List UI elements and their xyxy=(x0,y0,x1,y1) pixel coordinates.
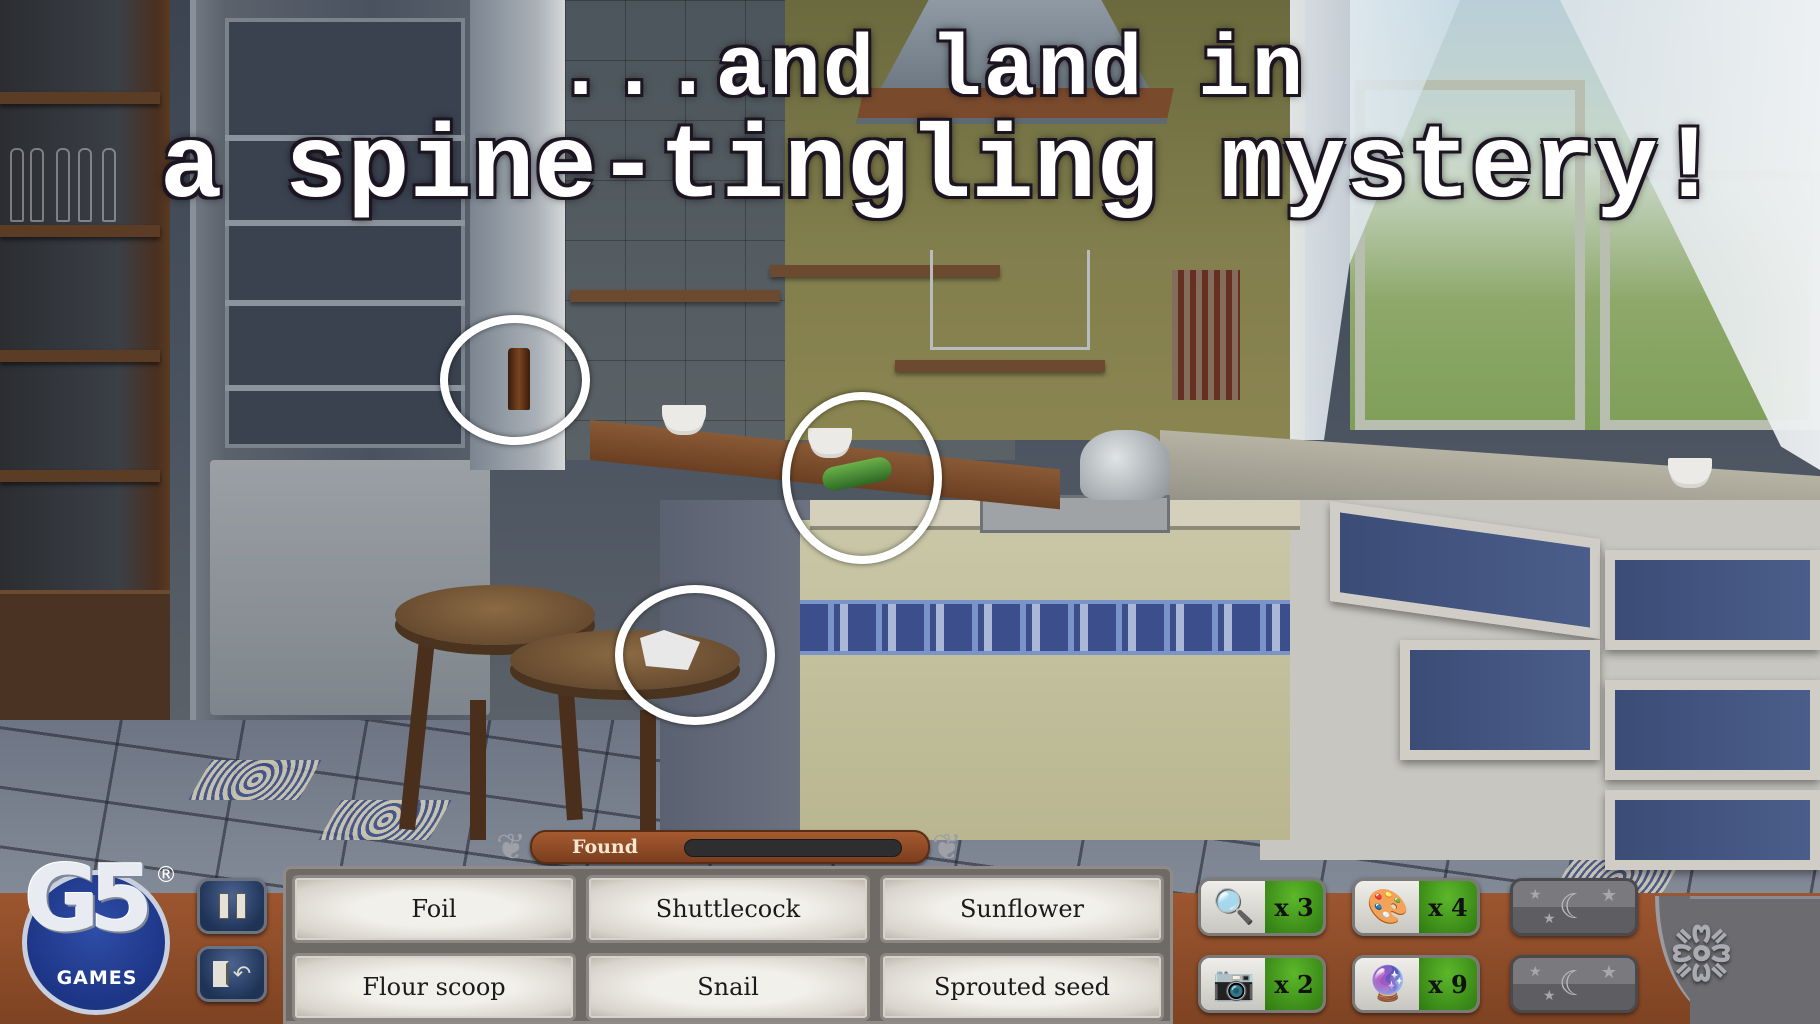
item-list-panel: Foil Shuttlecock Sunflower Flour scoop S… xyxy=(283,866,1173,1024)
found-progress-bar: Found xyxy=(530,830,930,864)
shelf-board xyxy=(0,470,160,482)
registered-mark: ® xyxy=(155,863,177,888)
shelf-cabinet xyxy=(0,590,170,720)
star-icon: ★ xyxy=(1600,962,1617,983)
stool-leg xyxy=(640,710,656,840)
floor-tile-pattern xyxy=(318,800,452,840)
pause-button[interactable] xyxy=(197,878,267,934)
camera-icon: 📷 xyxy=(1201,958,1267,1010)
hint-circle-fridge-door[interactable] xyxy=(440,315,590,445)
fridge-shelf xyxy=(225,300,465,306)
star-icon: ★ xyxy=(1600,885,1617,906)
crystal-ball-icon: 🔮 xyxy=(1355,958,1421,1010)
powerup-camera[interactable]: 📷 x 2 xyxy=(1198,955,1326,1013)
wall-shelf xyxy=(570,290,780,302)
star-icon: ★ xyxy=(1543,911,1556,927)
logo-g5-text: G5 xyxy=(24,845,153,952)
powerup-count: x 9 xyxy=(1419,958,1477,1010)
wall-shelf xyxy=(895,360,1105,372)
hint-circle-stool[interactable] xyxy=(615,585,775,725)
scroll-ornament-icon: ❦ xyxy=(496,827,527,868)
promo-headline: ...and land in a spine-tingling mystery! xyxy=(0,22,1820,228)
powerup-crystal-ball[interactable]: 🔮 x 9 xyxy=(1352,955,1480,1013)
headline-line-1: ...and land in xyxy=(554,22,1306,120)
drawer xyxy=(1605,790,1820,870)
scroll-ornament-icon: ❦ xyxy=(932,827,963,868)
fridge-shelf xyxy=(225,385,465,391)
floor-tile-pattern xyxy=(188,760,322,800)
locked-powerup-slot[interactable]: ★ ★ ★ ☾ xyxy=(1510,878,1638,936)
exit-door-icon xyxy=(212,961,229,987)
scroll-ornament-icon: ᪥ xyxy=(1668,897,1735,1002)
star-icon: ★ xyxy=(1529,964,1542,980)
drawer xyxy=(1605,680,1820,780)
exit-button[interactable]: ↶ xyxy=(197,946,267,1002)
moon-icon: ☾ xyxy=(1558,887,1590,927)
powerup-count: x 3 xyxy=(1265,881,1323,933)
item-list-entry[interactable]: Shuttlecock xyxy=(586,875,870,943)
shelf-board xyxy=(0,350,160,362)
moon-icon: ☾ xyxy=(1558,964,1590,1004)
island-tile-band xyxy=(800,600,1290,655)
star-icon: ★ xyxy=(1543,988,1556,1004)
powerup-count: x 2 xyxy=(1265,958,1323,1010)
checkered-towel xyxy=(1172,270,1240,400)
headline-line-2: a spine-tingling mystery! xyxy=(159,109,1721,228)
pause-icon xyxy=(218,893,246,919)
powerup-palette[interactable]: 🎨 x 4 xyxy=(1352,878,1480,936)
item-list-entry[interactable]: Sunflower xyxy=(880,875,1164,943)
found-progress-track xyxy=(684,839,902,857)
palette-icon: 🎨 xyxy=(1355,881,1421,933)
stool-leg xyxy=(470,700,486,840)
powerup-count: x 4 xyxy=(1419,881,1477,933)
back-arrow-icon: ↶ xyxy=(232,961,252,987)
drawer xyxy=(1605,550,1820,650)
drawer xyxy=(1400,640,1600,760)
shelf-board xyxy=(0,225,160,237)
item-list-entry[interactable]: Foil xyxy=(292,875,576,943)
star-icon: ★ xyxy=(1529,887,1542,903)
dish-rack xyxy=(930,250,1090,350)
g5-games-logo: G5 GAMES ® xyxy=(12,845,177,1015)
powerup-magnifier[interactable]: 🔍 x 3 xyxy=(1198,878,1326,936)
found-label: Found xyxy=(572,836,639,858)
logo-games-text: GAMES xyxy=(56,967,138,989)
item-list-entry[interactable]: Flour scoop xyxy=(292,953,576,1021)
kettle xyxy=(1080,430,1170,500)
locked-powerup-slot[interactable]: ★ ★ ★ ☾ xyxy=(1510,955,1638,1013)
item-list-entry[interactable]: Sprouted seed xyxy=(880,953,1164,1021)
hint-circle-table[interactable] xyxy=(782,392,942,564)
magnifier-icon: 🔍 xyxy=(1201,881,1267,933)
kitchen-island xyxy=(800,520,1290,840)
item-list-entry[interactable]: Snail xyxy=(586,953,870,1021)
